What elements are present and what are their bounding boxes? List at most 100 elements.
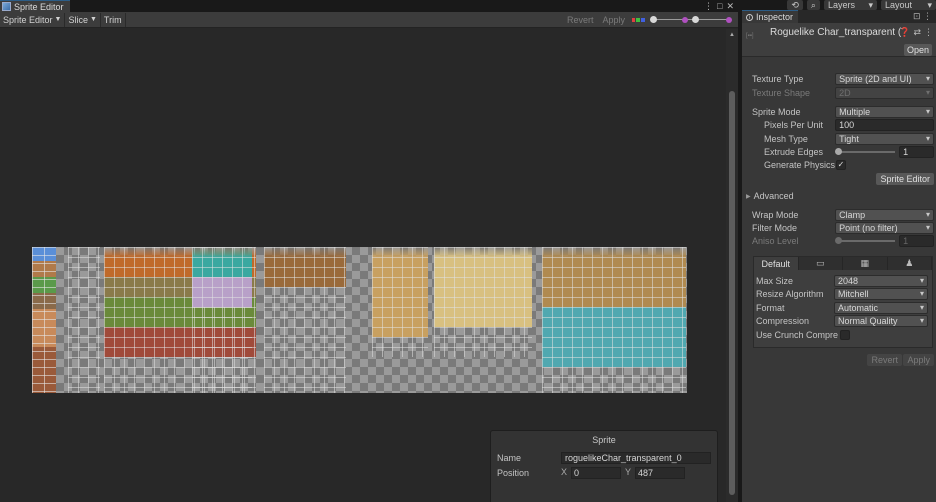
apply-button[interactable]: Apply <box>599 15 628 25</box>
filter-mode-dropdown[interactable]: Point (no filter) <box>835 221 934 234</box>
pixels-per-unit-field[interactable]: 100 <box>835 118 934 131</box>
tab-android[interactable]: ♟ <box>888 257 932 270</box>
maximize-icon[interactable]: □ <box>717 1 722 11</box>
aniso-level-slider[interactable]: 1 <box>835 234 934 247</box>
format-label: Format <box>756 302 785 313</box>
editor-top-right-bar: ⟲ ⌕ Layers ▾ Layout ▾ <box>742 0 936 10</box>
open-button[interactable]: Open <box>904 44 932 56</box>
format-dropdown[interactable]: Automatic <box>834 301 928 314</box>
texture-type-dropdown[interactable]: Sprite (2D and UI) <box>835 72 934 85</box>
texture-shape-label: Texture Shape <box>752 87 811 98</box>
sprite-info-panel: Sprite Name roguelikeChar_transparent_0 … <box>490 430 718 502</box>
crunch-row: Use Crunch Compre <box>756 328 932 341</box>
crunch-compression-checkbox[interactable] <box>840 329 850 340</box>
more-options-icon[interactable]: ⋮ <box>924 27 933 38</box>
platform-settings-box: Default ▭ ▦ ♟ Max Size 2048 Resize Algor… <box>753 256 933 348</box>
max-size-dropdown[interactable]: 2048 <box>834 274 928 287</box>
zoom-slider[interactable] <box>648 15 734 25</box>
sprite-editor-toolbar: Sprite Editor ▼ Slice ▼ Trim Revert Appl… <box>0 12 738 28</box>
layers-dropdown[interactable]: Layers ▾ <box>823 0 878 10</box>
info-icon: i <box>746 13 753 21</box>
sprite-group-helmets <box>372 247 428 357</box>
layout-dropdown[interactable]: Layout ▾ <box>881 0 936 10</box>
sprite-editor-tab-label: Sprite Editor <box>14 1 64 12</box>
compression-dropdown[interactable]: Normal Quality <box>834 314 928 327</box>
mesh-type-dropdown[interactable]: Tight <box>835 132 934 145</box>
layers-label: Layers <box>827 0 855 10</box>
revert-button[interactable]: Revert <box>867 354 902 366</box>
trim-button[interactable]: Trim <box>101 12 126 27</box>
pixels-per-unit-label: Pixels Per Unit <box>764 119 824 130</box>
sprite-canvas[interactable]: Sprite Name roguelikeChar_transparent_0 … <box>0 29 726 502</box>
extrude-edges-row: Extrude Edges 1 <box>752 145 934 158</box>
history-icon[interactable]: ⟲ <box>787 0 803 10</box>
wrap-mode-dropdown[interactable]: Clamp <box>835 208 934 221</box>
texture-shape-dropdown[interactable]: 2D <box>835 86 934 99</box>
asset-title: Roguelike Char_transparent (T <box>770 27 902 38</box>
extrude-edges-field[interactable]: 1 <box>899 145 934 158</box>
sprite-sheet-texture[interactable] <box>32 247 687 393</box>
revert-button[interactable]: Revert <box>564 15 597 25</box>
help-icon[interactable]: ❓ <box>899 27 910 38</box>
tab-default[interactable]: Default <box>754 257 799 270</box>
tab-webgl[interactable]: ▦ <box>843 257 888 270</box>
position-y-field[interactable]: 487 <box>635 466 686 479</box>
resize-algorithm-dropdown[interactable]: Mitchell <box>834 287 928 300</box>
aniso-level-field[interactable]: 1 <box>899 234 934 247</box>
mesh-type-row: Mesh Type Tight <box>752 132 934 145</box>
aniso-level-row: Aniso Level 1 <box>752 234 934 247</box>
advanced-foldout[interactable]: ▶ Advanced <box>746 191 794 201</box>
layout-label: Layout <box>885 0 913 10</box>
filter-mode-row: Filter Mode Point (no filter) <box>752 221 934 234</box>
sprite-group-pants <box>68 247 100 393</box>
inspector-tabbar: i Inspector ⊡ ⋮ <box>742 10 936 23</box>
sprite-editor-window: Sprite Editor ⋮ □ ✕ Sprite Editor ▼ Slic… <box>0 0 738 502</box>
sprite-name-field[interactable]: roguelikeChar_transparent_0 <box>561 451 711 464</box>
search-icon[interactable]: ⌕ <box>806 0 820 10</box>
sprite-group-weapons <box>542 247 686 393</box>
sprite-editor-tabbar: Sprite Editor ⋮ □ ✕ <box>0 0 738 12</box>
sprite-editor-tab[interactable]: Sprite Editor <box>0 0 70 12</box>
extrude-edges-slider[interactable]: 1 <box>835 145 934 158</box>
sprite-mode-row: Sprite Mode Multiple <box>752 105 934 118</box>
canvas-vertical-scrollbar[interactable]: ▲ <box>726 29 738 502</box>
android-icon: ♟ <box>905 258 914 268</box>
texture-shape-row: Texture Shape 2D <box>752 86 934 99</box>
inspector-tab[interactable]: i Inspector <box>742 10 798 23</box>
close-icon[interactable]: ✕ <box>726 1 734 12</box>
position-x-field[interactable]: 0 <box>571 466 622 479</box>
settings-slider-icon[interactable]: ⇄ <box>913 27 921 38</box>
color-channel-icon[interactable] <box>631 15 645 25</box>
scroll-up-icon[interactable]: ▲ <box>729 32 735 38</box>
sprite-group-characters <box>32 247 56 393</box>
chevron-down-icon: ▾ <box>927 0 932 10</box>
generate-physics-checkbox[interactable]: ✓ <box>836 159 846 170</box>
position-y-label: Y <box>625 466 632 477</box>
lock-and-menu-icon[interactable]: ⊡ ⋮ <box>913 11 932 22</box>
chevron-right-icon: ▶ <box>746 193 751 200</box>
sprite-group-shields <box>434 247 532 357</box>
chevron-down-icon: ▼ <box>89 16 97 23</box>
sprite-mode-label: Sprite Mode <box>752 106 801 117</box>
format-row: Format Automatic <box>756 301 932 314</box>
generate-physics-label: Generate Physics <box>764 159 836 170</box>
sprite-mode-dropdown[interactable]: Multiple <box>835 105 934 118</box>
crunch-compression-label: Use Crunch Compre <box>756 329 839 340</box>
tab-standalone[interactable]: ▭ <box>799 257 843 270</box>
sprite-editor-button[interactable]: Sprite Editor <box>876 173 934 185</box>
wrap-mode-label: Wrap Mode <box>752 209 799 220</box>
editor-mode-dropdown[interactable]: Sprite Editor ▼ <box>0 12 66 27</box>
window-controls: ⋮ □ ✕ <box>704 0 734 12</box>
compression-row: Compression Normal Quality <box>756 314 932 327</box>
monitor-icon: ▭ <box>815 258 825 268</box>
scrollbar-thumb[interactable] <box>729 91 735 495</box>
apply-button[interactable]: Apply <box>903 354 934 366</box>
slice-dropdown[interactable]: Slice ▼ <box>65 12 101 27</box>
more-options-icon[interactable]: ⋮ <box>704 1 713 12</box>
wrap-mode-row: Wrap Mode Clamp <box>752 208 934 221</box>
grid-icon: ▦ <box>860 258 869 268</box>
texture-thumbnail-icon: [▪▪] <box>746 33 754 39</box>
platform-tabs: Default ▭ ▦ ♟ <box>754 257 932 270</box>
header-icons: ❓ ⇄ ⋮ <box>899 27 933 38</box>
inspector-asset-header: [▪▪] Roguelike Char_transparent (T ❓ ⇄ ⋮… <box>742 23 936 57</box>
